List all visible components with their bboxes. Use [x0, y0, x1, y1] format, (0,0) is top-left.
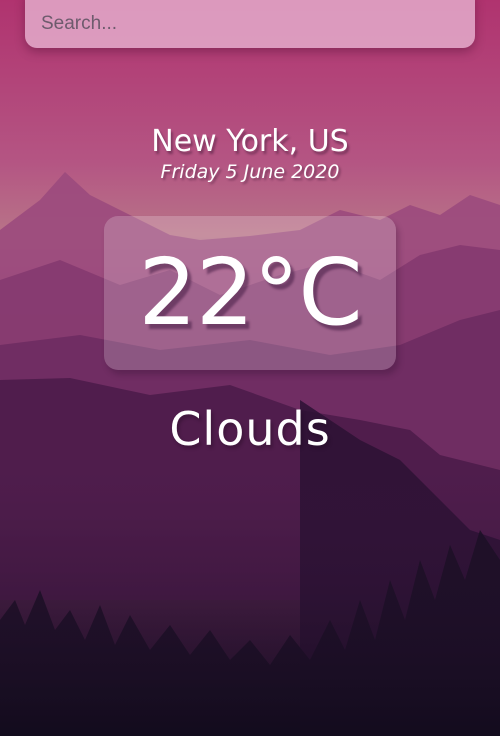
search-input[interactable] [25, 0, 475, 48]
temperature-value: 22°C [138, 239, 362, 346]
temperature-card: 22°C [104, 216, 396, 370]
location-title: New York, US [151, 124, 349, 159]
weather-condition: Clouds [169, 402, 331, 456]
date-label: Friday 5 June 2020 [160, 161, 340, 183]
